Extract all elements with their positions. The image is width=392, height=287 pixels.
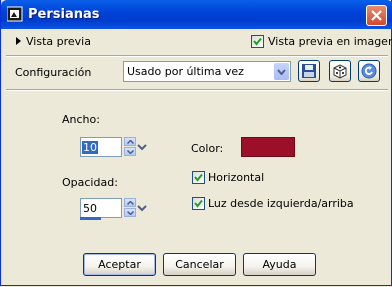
config-row: Configuración Usado por última vez xyxy=(1,56,392,88)
preset-combobox[interactable]: Usado por última vez xyxy=(123,61,291,82)
dialog-window: Persianas Vista previa Vista previa en i… xyxy=(0,0,392,286)
reset-button[interactable] xyxy=(358,60,380,82)
opacidad-level-bar[interactable] xyxy=(80,217,101,220)
divider xyxy=(6,89,388,91)
ancho-input[interactable]: 10 xyxy=(80,137,122,157)
checkmark-icon xyxy=(194,199,203,208)
config-label: Configuración xyxy=(15,66,92,79)
preset-value: Usado por última vez xyxy=(127,65,244,78)
opacidad-up-button[interactable] xyxy=(124,198,136,207)
preview-toggle-label: Vista previa xyxy=(26,35,91,48)
ancho-spinner[interactable]: 10 xyxy=(80,137,148,157)
opacidad-value: 50 xyxy=(83,202,97,215)
chevron-down-icon[interactable] xyxy=(274,63,289,80)
luz-checkbox[interactable] xyxy=(192,197,205,210)
window-title: Persianas xyxy=(28,7,100,22)
title-bar[interactable]: Persianas xyxy=(1,0,392,29)
close-button[interactable] xyxy=(366,5,387,26)
opacidad-spinner[interactable]: 50 xyxy=(80,198,148,218)
opacidad-input[interactable]: 50 xyxy=(80,198,122,218)
checkmark-icon xyxy=(253,37,262,46)
opacidad-label: Opacidad: xyxy=(62,176,118,189)
app-icon xyxy=(6,6,23,22)
luz-label: Luz desde izquierda/arriba xyxy=(208,197,354,210)
color-label: Color: xyxy=(191,142,224,155)
ancho-label: Ancho: xyxy=(62,113,100,126)
chevron-down-icon[interactable] xyxy=(137,201,147,215)
horizontal-label: Horizontal xyxy=(208,171,265,184)
ancho-updown[interactable] xyxy=(124,137,136,157)
chevron-down-icon[interactable] xyxy=(137,140,147,154)
save-preset-button[interactable] xyxy=(298,60,320,82)
ancho-value: 10 xyxy=(82,141,98,154)
ancho-up-button[interactable] xyxy=(124,137,136,146)
horizontal-checkbox[interactable] xyxy=(192,171,205,184)
expand-arrow-icon xyxy=(16,37,21,45)
ok-button[interactable]: Aceptar xyxy=(83,253,156,276)
opacidad-down-button[interactable] xyxy=(124,208,136,217)
ancho-down-button[interactable] xyxy=(124,147,136,156)
preview-in-image-label: Vista previa en imagen xyxy=(268,35,392,48)
checkmark-icon xyxy=(194,173,203,182)
preview-row: Vista previa Vista previa en imagen xyxy=(1,29,392,54)
color-swatch[interactable] xyxy=(241,137,295,157)
preview-in-image-checkbox[interactable] xyxy=(251,35,264,48)
help-button[interactable]: Ayuda xyxy=(243,253,316,276)
opacidad-updown[interactable] xyxy=(124,198,136,218)
random-preset-button[interactable] xyxy=(329,60,351,82)
cancel-button[interactable]: Cancelar xyxy=(163,253,236,276)
